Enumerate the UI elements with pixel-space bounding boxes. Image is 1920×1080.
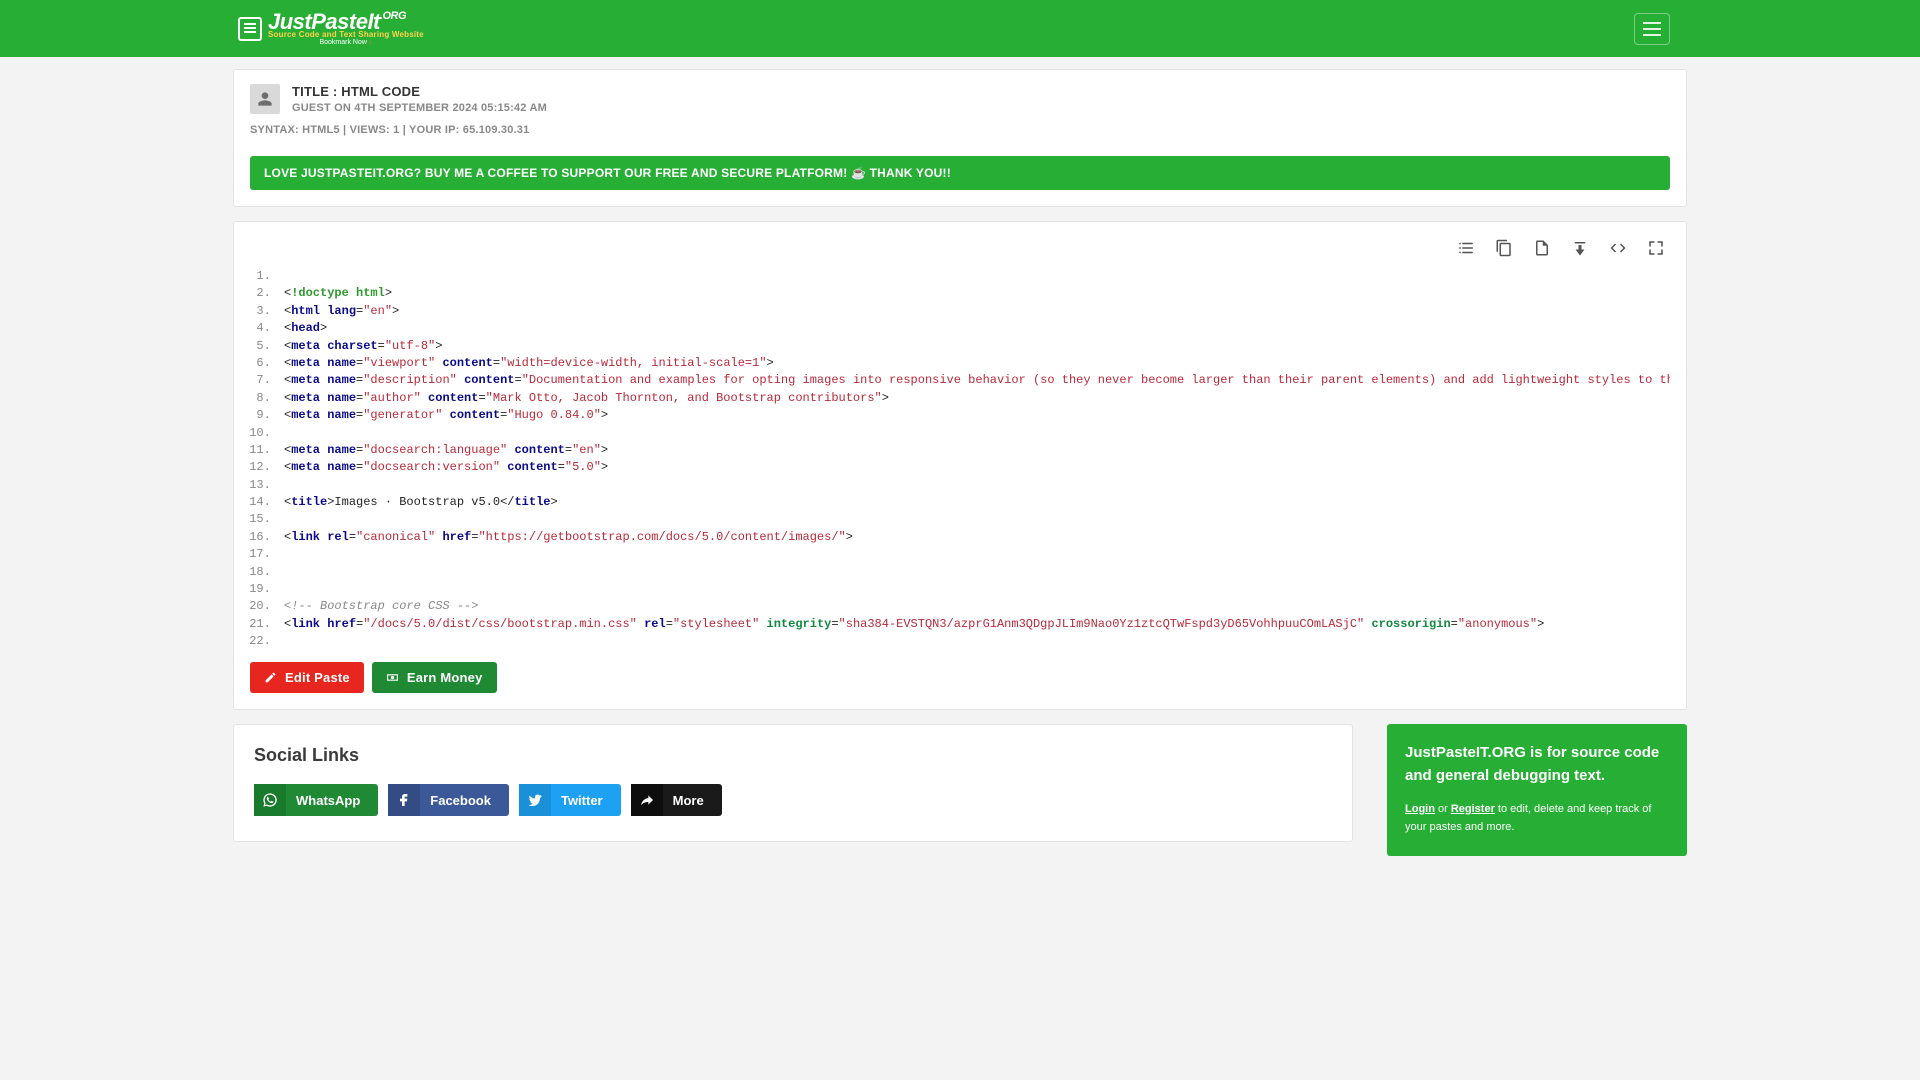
info-card: JustPasteIT.ORG is for source code and g… <box>1387 724 1687 856</box>
code-line: <!doctype html> <box>278 285 1670 302</box>
or-text: or <box>1435 803 1451 815</box>
code-card: <!doctype html><html lang="en"><head><me… <box>233 221 1687 710</box>
raw-icon[interactable] <box>1532 238 1552 258</box>
code-line <box>278 425 1670 442</box>
code-line: <html lang="en"> <box>278 303 1670 320</box>
download-icon[interactable] <box>1570 238 1590 258</box>
share-icon <box>631 784 663 816</box>
fullscreen-icon[interactable] <box>1646 238 1666 258</box>
code-line: <link rel="canonical" href="https://getb… <box>278 529 1670 546</box>
navbar: JustPasteIt.ORG Source Code and Text Sha… <box>0 0 1920 57</box>
info-title: JustPasteIT.ORG is for source code and g… <box>1405 742 1669 787</box>
share-whatsapp-button[interactable]: WhatsApp <box>254 784 378 816</box>
earn-money-label: Earn Money <box>407 670 483 685</box>
code-line: <meta name="generator" content="Hugo 0.8… <box>278 407 1670 424</box>
paste-meta: SYNTAX: HTML5 | VIEWS: 1 | YOUR IP: 65.1… <box>250 124 1670 136</box>
code-line: <meta name="docsearch:version" content="… <box>278 459 1670 476</box>
code-line <box>278 268 1670 285</box>
code-line: <meta charset="utf-8"> <box>278 338 1670 355</box>
money-icon <box>386 671 399 684</box>
code-line: <meta name="description" content="Docume… <box>278 372 1670 389</box>
user-icon <box>257 91 273 107</box>
share-twitter-label: Twitter <box>561 793 621 808</box>
nav-toggle-button[interactable] <box>1634 13 1670 45</box>
brand-tagline: Source Code and Text Sharing Website <box>268 31 424 39</box>
code-list: <!doctype html><html lang="en"><head><me… <box>250 268 1670 646</box>
code-line <box>278 511 1670 528</box>
twitter-icon <box>519 784 551 816</box>
social-card: Social Links WhatsApp Facebook Twitter M… <box>233 724 1353 842</box>
code-line: <meta name="docsearch:language" content=… <box>278 442 1670 459</box>
share-twitter-button[interactable]: Twitter <box>519 784 621 816</box>
edit-paste-button[interactable]: Edit Paste <box>250 662 364 693</box>
code-viewer[interactable]: <!doctype html><html lang="en"><head><me… <box>250 268 1670 646</box>
share-facebook-button[interactable]: Facebook <box>388 784 509 816</box>
brand-logo[interactable]: JustPasteIt.ORG Source Code and Text Sha… <box>238 11 424 46</box>
edit-paste-label: Edit Paste <box>285 670 350 685</box>
code-line <box>278 477 1670 494</box>
code-line <box>278 546 1670 563</box>
paste-title: TITLE : HTML CODE <box>292 84 547 99</box>
code-line <box>278 564 1670 581</box>
support-banner[interactable]: LOVE JUSTPASTEIT.ORG? BUY ME A COFFEE TO… <box>250 156 1670 190</box>
logo-icon <box>238 17 262 41</box>
logo-text: JustPasteIt.ORG Source Code and Text Sha… <box>268 11 424 46</box>
toggle-lines-icon[interactable] <box>1456 238 1476 258</box>
register-link[interactable]: Register <box>1451 803 1495 815</box>
code-line <box>278 633 1670 646</box>
earn-money-button[interactable]: Earn Money <box>372 662 497 693</box>
brand-bookmark: Bookmark Now <box>319 39 366 46</box>
paste-info-card: TITLE : HTML CODE GUEST ON 4TH SEPTEMBER… <box>233 69 1687 207</box>
copy-icon[interactable] <box>1494 238 1514 258</box>
share-facebook-label: Facebook <box>430 793 509 808</box>
code-line: <title>Images · Bootstrap v5.0</title> <box>278 494 1670 511</box>
code-line: <head> <box>278 320 1670 337</box>
pencil-icon <box>264 671 277 684</box>
login-link[interactable]: Login <box>1405 803 1435 815</box>
code-line: <!-- Bootstrap core CSS --> <box>278 598 1670 615</box>
avatar <box>250 84 280 114</box>
code-line: <meta name="viewport" content="width=dev… <box>278 355 1670 372</box>
whatsapp-icon <box>254 784 286 816</box>
embed-icon[interactable] <box>1608 238 1628 258</box>
code-line: <meta name="author" content="Mark Otto, … <box>278 390 1670 407</box>
social-title: Social Links <box>254 745 1332 766</box>
info-body: Login or Register to edit, delete and ke… <box>1405 801 1669 836</box>
paste-subtitle: GUEST ON 4TH SEPTEMBER 2024 05:15:42 AM <box>292 102 547 114</box>
brand-org: .ORG <box>380 10 406 22</box>
share-whatsapp-label: WhatsApp <box>296 793 378 808</box>
facebook-icon <box>388 784 420 816</box>
share-more-button[interactable]: More <box>631 784 722 816</box>
code-toolbar <box>250 238 1670 268</box>
code-line: <link href="/docs/5.0/dist/css/bootstrap… <box>278 616 1670 633</box>
share-more-label: More <box>673 793 722 808</box>
code-line <box>278 581 1670 598</box>
